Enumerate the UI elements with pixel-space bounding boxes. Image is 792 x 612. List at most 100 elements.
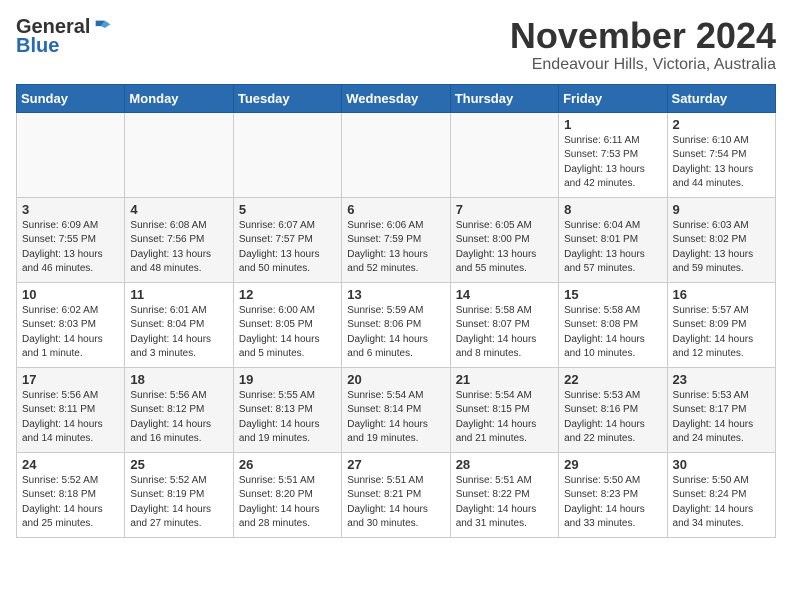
day-info: Sunrise: 5:52 AMSunset: 8:18 PMDaylight:… — [22, 474, 119, 532]
calendar-cell: 25 Sunrise: 5:52 AMSunset: 8:19 PMDayligh… — [125, 452, 233, 537]
calendar-week-row: 3Sunrise: 6:09 AMSunset: 7:55 PMDaylight… — [17, 197, 776, 282]
calendar-cell: 6 Sunrise: 6:06 AMSunset: 7:59 PMDaylight… — [342, 197, 450, 282]
calendar-cell: 20 Sunrise: 5:54 AMSunset: 8:14 PMDayligh… — [342, 367, 450, 452]
weekday-header-monday: Monday — [125, 84, 233, 112]
day-number: 7 — [456, 202, 553, 217]
calendar-cell: 30 Sunrise: 5:50 AMSunset: 8:24 PMDayligh… — [667, 452, 775, 537]
calendar-week-row: 1Sunrise: 6:11 AMSunset: 7:53 PMDaylight… — [17, 112, 776, 197]
calendar-cell: 7 Sunrise: 6:05 AMSunset: 8:00 PMDaylight… — [450, 197, 558, 282]
calendar-cell: 23 Sunrise: 5:53 AMSunset: 8:17 PMDayligh… — [667, 367, 775, 452]
calendar-cell: 15Sunrise: 5:58 AMSunset: 8:08 PMDayligh… — [559, 282, 667, 367]
logo-blue-text: Blue — [16, 35, 59, 58]
day-info: Sunrise: 6:10 AMSunset: 7:54 PMDaylight:… — [673, 134, 770, 192]
day-number: 23 — [673, 372, 770, 387]
weekday-header-saturday: Saturday — [667, 84, 775, 112]
day-info: Sunrise: 6:08 AMSunset: 7:56 PMDaylight:… — [130, 219, 227, 277]
calendar-cell: 17Sunrise: 5:56 AMSunset: 8:11 PMDayligh… — [17, 367, 125, 452]
day-info: Sunrise: 6:03 AMSunset: 8:02 PMDaylight:… — [673, 219, 770, 277]
day-number: 26 — [239, 457, 336, 472]
day-info: Sunrise: 6:05 AMSunset: 8:00 PMDaylight:… — [456, 219, 553, 277]
day-number: 6 — [347, 202, 444, 217]
day-info: Sunrise: 5:53 AMSunset: 8:16 PMDaylight:… — [564, 389, 661, 447]
calendar-cell — [125, 112, 233, 197]
calendar-cell: 18 Sunrise: 5:56 AMSunset: 8:12 PMDayligh… — [125, 367, 233, 452]
day-info: Sunrise: 5:59 AMSunset: 8:06 PMDaylight:… — [347, 304, 444, 362]
day-info: Sunrise: 5:50 AMSunset: 8:24 PMDaylight:… — [673, 474, 770, 532]
day-info: Sunrise: 6:00 AMSunset: 8:05 PMDaylight:… — [239, 304, 336, 362]
day-info: Sunrise: 5:55 AMSunset: 8:13 PMDaylight:… — [239, 389, 336, 447]
day-number: 29 — [564, 457, 661, 472]
calendar-cell: 10Sunrise: 6:02 AMSunset: 8:03 PMDayligh… — [17, 282, 125, 367]
day-number: 18 — [130, 372, 227, 387]
weekday-header-friday: Friday — [559, 84, 667, 112]
logo: General Blue — [16, 16, 114, 58]
calendar-cell: 19 Sunrise: 5:55 AMSunset: 8:13 PMDayligh… — [233, 367, 341, 452]
calendar-cell: 9 Sunrise: 6:03 AMSunset: 8:02 PMDaylight… — [667, 197, 775, 282]
day-number: 2 — [673, 117, 770, 132]
day-number: 9 — [673, 202, 770, 217]
calendar-cell — [17, 112, 125, 197]
calendar-cell: 29 Sunrise: 5:50 AMSunset: 8:23 PMDayligh… — [559, 452, 667, 537]
weekday-header-thursday: Thursday — [450, 84, 558, 112]
day-info: Sunrise: 5:57 AMSunset: 8:09 PMDaylight:… — [673, 304, 770, 362]
day-info: Sunrise: 6:06 AMSunset: 7:59 PMDaylight:… — [347, 219, 444, 277]
calendar-week-row: 24 Sunrise: 5:52 AMSunset: 8:18 PMDayligh… — [17, 452, 776, 537]
location-subtitle: Endeavour Hills, Victoria, Australia — [510, 56, 776, 74]
day-number: 21 — [456, 372, 553, 387]
day-info: Sunrise: 5:51 AMSunset: 8:20 PMDaylight:… — [239, 474, 336, 532]
calendar-cell: 22 Sunrise: 5:53 AMSunset: 8:16 PMDayligh… — [559, 367, 667, 452]
page-header: General Blue November 2024 Endeavour Hil… — [16, 16, 776, 74]
calendar-cell: 3Sunrise: 6:09 AMSunset: 7:55 PMDaylight… — [17, 197, 125, 282]
calendar-cell: 5 Sunrise: 6:07 AMSunset: 7:57 PMDaylight… — [233, 197, 341, 282]
calendar-cell: 21 Sunrise: 5:54 AMSunset: 8:15 PMDayligh… — [450, 367, 558, 452]
day-info: Sunrise: 5:56 AMSunset: 8:11 PMDaylight:… — [22, 389, 119, 447]
day-info: Sunrise: 5:54 AMSunset: 8:15 PMDaylight:… — [456, 389, 553, 447]
day-number: 4 — [130, 202, 227, 217]
day-number: 3 — [22, 202, 119, 217]
calendar-cell: 24 Sunrise: 5:52 AMSunset: 8:18 PMDayligh… — [17, 452, 125, 537]
day-info: Sunrise: 5:51 AMSunset: 8:22 PMDaylight:… — [456, 474, 553, 532]
calendar-cell: 2 Sunrise: 6:10 AMSunset: 7:54 PMDaylight… — [667, 112, 775, 197]
day-number: 22 — [564, 372, 661, 387]
weekday-header-tuesday: Tuesday — [233, 84, 341, 112]
calendar-cell: 8Sunrise: 6:04 AMSunset: 8:01 PMDaylight… — [559, 197, 667, 282]
day-number: 25 — [130, 457, 227, 472]
day-info: Sunrise: 5:54 AMSunset: 8:14 PMDaylight:… — [347, 389, 444, 447]
day-number: 30 — [673, 457, 770, 472]
calendar-cell: 4 Sunrise: 6:08 AMSunset: 7:56 PMDaylight… — [125, 197, 233, 282]
calendar-cell — [233, 112, 341, 197]
day-info: Sunrise: 6:01 AMSunset: 8:04 PMDaylight:… — [130, 304, 227, 362]
calendar-cell: 13 Sunrise: 5:59 AMSunset: 8:06 PMDayligh… — [342, 282, 450, 367]
weekday-header-sunday: Sunday — [17, 84, 125, 112]
month-title: November 2024 — [510, 16, 776, 56]
day-number: 16 — [673, 287, 770, 302]
day-info: Sunrise: 5:53 AMSunset: 8:17 PMDaylight:… — [673, 389, 770, 447]
weekday-header-row: SundayMondayTuesdayWednesdayThursdayFrid… — [17, 84, 776, 112]
day-info: Sunrise: 6:07 AMSunset: 7:57 PMDaylight:… — [239, 219, 336, 277]
calendar-cell — [450, 112, 558, 197]
logo-flag-icon — [92, 17, 114, 39]
day-info: Sunrise: 5:50 AMSunset: 8:23 PMDaylight:… — [564, 474, 661, 532]
day-number: 13 — [347, 287, 444, 302]
day-number: 20 — [347, 372, 444, 387]
calendar-week-row: 17Sunrise: 5:56 AMSunset: 8:11 PMDayligh… — [17, 367, 776, 452]
day-number: 11 — [130, 287, 227, 302]
calendar-table: SundayMondayTuesdayWednesdayThursdayFrid… — [16, 84, 776, 538]
day-info: Sunrise: 6:04 AMSunset: 8:01 PMDaylight:… — [564, 219, 661, 277]
day-number: 19 — [239, 372, 336, 387]
day-number: 14 — [456, 287, 553, 302]
day-number: 28 — [456, 457, 553, 472]
day-number: 24 — [22, 457, 119, 472]
calendar-cell: 12Sunrise: 6:00 AMSunset: 8:05 PMDayligh… — [233, 282, 341, 367]
day-info: Sunrise: 5:56 AMSunset: 8:12 PMDaylight:… — [130, 389, 227, 447]
title-section: November 2024 Endeavour Hills, Victoria,… — [510, 16, 776, 74]
day-number: 1 — [564, 117, 661, 132]
day-number: 5 — [239, 202, 336, 217]
calendar-cell: 1Sunrise: 6:11 AMSunset: 7:53 PMDaylight… — [559, 112, 667, 197]
day-info: Sunrise: 5:51 AMSunset: 8:21 PMDaylight:… — [347, 474, 444, 532]
day-info: Sunrise: 5:52 AMSunset: 8:19 PMDaylight:… — [130, 474, 227, 532]
day-info: Sunrise: 5:58 AMSunset: 8:07 PMDaylight:… — [456, 304, 553, 362]
calendar-cell — [342, 112, 450, 197]
calendar-cell: 11 Sunrise: 6:01 AMSunset: 8:04 PMDayligh… — [125, 282, 233, 367]
calendar-cell: 26 Sunrise: 5:51 AMSunset: 8:20 PMDayligh… — [233, 452, 341, 537]
